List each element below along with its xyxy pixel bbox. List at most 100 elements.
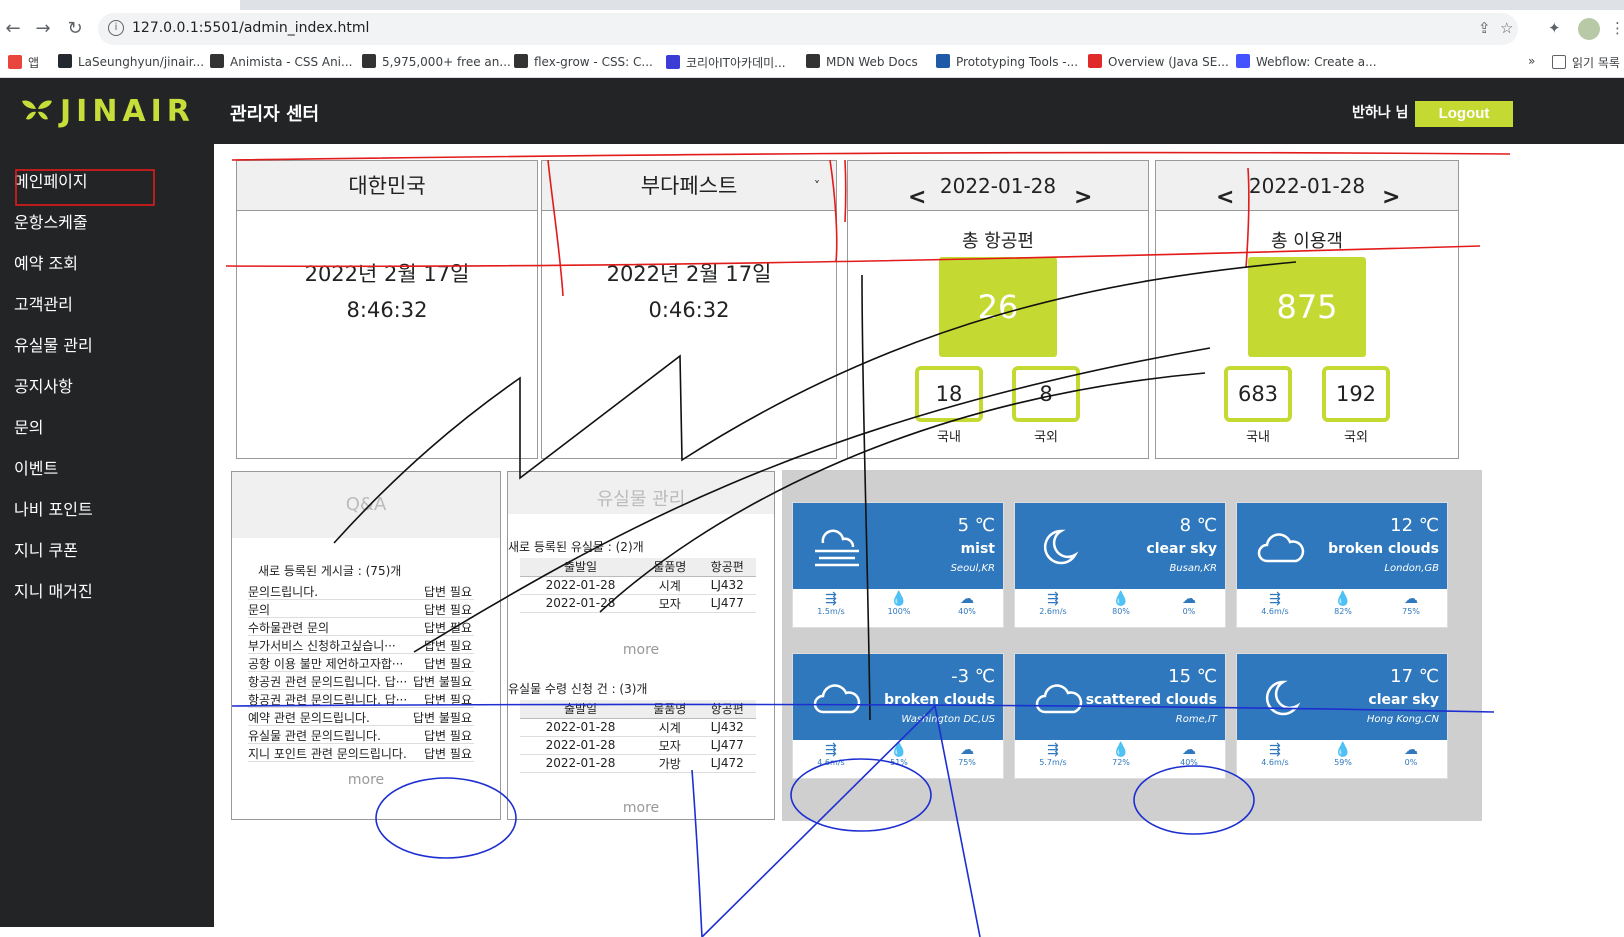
lost-claim-more-link[interactable]: more xyxy=(508,800,774,816)
bookmark-item[interactable]: flex-grow - CSS: C... xyxy=(514,54,653,69)
bookmark-item[interactable]: MDN Web Docs xyxy=(806,54,918,69)
bookmark-item[interactable]: Prototyping Tools -... xyxy=(936,54,1078,69)
weather-stat-value: 59% xyxy=(1334,758,1352,767)
browser-toolbar: ← → ↻ i 127.0.0.1:5501/admin_index.html … xyxy=(0,10,1624,48)
sidebar-item[interactable]: 지니 매거진 xyxy=(14,578,93,602)
bookmark-favicon-icon xyxy=(806,54,820,68)
bookmark-item[interactable]: 5,975,000+ free an... xyxy=(362,54,511,69)
weather-stat-value: 82% xyxy=(1334,607,1352,616)
weather-desc: mist xyxy=(960,541,995,557)
bookmark-item[interactable]: 코리아IT아카데미... xyxy=(666,54,786,71)
bookmark-label: 앱 xyxy=(28,56,40,70)
qa-title[interactable]: Q&A xyxy=(232,472,500,538)
clock-date: 2022년 2월 17일 xyxy=(606,262,772,286)
table-header-row: 출발일 물품명 항공편 xyxy=(520,558,756,577)
bookmark-item[interactable]: LaSeunghyun/jinair... xyxy=(58,54,204,69)
lost-claim-table: 출발일 물품명 항공편 2022-01-28 시계 LJ432 2022-01-28 모자 LJ… xyxy=(520,700,756,773)
table-cell: LJ432 xyxy=(698,718,756,737)
sidebar-item[interactable]: 이벤트 xyxy=(14,455,58,479)
sidebar-item[interactable]: 고객관리 xyxy=(14,291,73,315)
sidebar-item[interactable]: 지니 쿠폰 xyxy=(14,537,78,561)
clock-city: 부다페스트 xyxy=(640,174,738,198)
qa-more-link[interactable]: more xyxy=(232,772,500,788)
bookmark-label: MDN Web Docs xyxy=(826,55,918,69)
sidebar-item[interactable]: 운항스케줄 xyxy=(14,209,88,233)
back-icon[interactable]: ← xyxy=(0,16,26,42)
reading-list[interactable]: 읽기 목록 xyxy=(1552,54,1620,71)
sidebar-item[interactable]: 문의 xyxy=(14,414,43,438)
humidity-icon: 💧 xyxy=(1334,591,1352,607)
bookmark-label: Prototyping Tools -... xyxy=(956,55,1079,69)
qa-row[interactable]: 문의 답변 필요 xyxy=(248,600,474,618)
qa-row[interactable]: 부가서비스 신청하고싶습니··· 답변 필요 xyxy=(248,636,474,654)
lost-more-link[interactable]: more xyxy=(508,642,774,658)
menu-icon[interactable]: ⋮ xyxy=(1610,19,1624,37)
bookmark-favicon-icon xyxy=(8,55,22,69)
table-row[interactable]: 2022-01-28 가방 LJ472 xyxy=(520,754,756,773)
table-row[interactable]: 2022-01-28 시계 LJ432 xyxy=(520,576,756,595)
weather-stat-value: 51% xyxy=(890,758,908,767)
sidebar-item[interactable]: 예약 조회 xyxy=(14,250,78,274)
table-cell: 2022-01-28 xyxy=(520,754,642,773)
weather-stat-value: 100% xyxy=(887,607,911,616)
address-bar[interactable]: i 127.0.0.1:5501/admin_index.html ⇪ ☆ xyxy=(98,13,1518,45)
qa-row[interactable]: 예약 관련 문의드립니다. 답변 불필요 xyxy=(248,708,474,726)
table-row[interactable]: 2022-01-28 모자 LJ477 xyxy=(520,736,756,755)
prev-date-arrow-icon[interactable]: < xyxy=(908,173,926,223)
bookmark-favicon-icon xyxy=(1088,54,1102,68)
table-header-cell: 항공편 xyxy=(698,558,756,577)
weather-stat: ⇶ 2.6m/s xyxy=(1023,591,1083,616)
weather-stat: ☁ 40% xyxy=(1159,742,1219,767)
sidebar-item[interactable]: 메인페이지 xyxy=(14,168,88,192)
weather-stat: ☁ 75% xyxy=(1381,591,1441,616)
prev-date-arrow-icon[interactable]: < xyxy=(1216,173,1234,223)
table-cell: 2022-01-28 xyxy=(520,594,642,613)
passengers-international: 192 xyxy=(1322,366,1390,422)
bookmark-item[interactable]: Webflow: Create a... xyxy=(1236,54,1377,69)
reload-icon[interactable]: ↻ xyxy=(62,16,88,42)
table-header-cell: 물품명 xyxy=(641,700,699,719)
table-cell: 2022-01-28 xyxy=(520,736,642,755)
next-date-arrow-icon[interactable]: > xyxy=(1382,173,1400,223)
qa-row[interactable]: 항공권 관련 문의드립니다. 답··· 답변 필요 xyxy=(248,690,474,708)
extensions-icon[interactable]: ✦ xyxy=(1548,19,1561,37)
weather-stat-value: 40% xyxy=(958,607,976,616)
qa-row[interactable]: 지니 포인트 관련 문의드립니다. 답변 필요 xyxy=(248,744,474,762)
chevron-down-icon[interactable]: ˅ xyxy=(814,161,820,211)
logout-button[interactable]: Logout xyxy=(1415,101,1513,127)
share-icon[interactable]: ⇪ xyxy=(1478,19,1491,37)
bookmark-item[interactable]: Overview (Java SE... xyxy=(1088,54,1229,69)
cloud-cover-icon: ☁ xyxy=(1182,742,1196,758)
city-select[interactable]: 부다페스트 ˅ xyxy=(542,161,836,211)
qa-row[interactable]: 수하물관련 문의 답변 필요 xyxy=(248,618,474,636)
forward-icon[interactable]: → xyxy=(30,16,56,42)
qa-row-status: 답변 불필요 xyxy=(412,711,472,725)
table-row[interactable]: 2022-01-28 모자 LJ477 xyxy=(520,594,756,613)
site-info-icon[interactable]: i xyxy=(108,20,124,36)
qa-row[interactable]: 항공권 관련 문의드립니다. 답··· 답변 불필요 xyxy=(248,672,474,690)
bookmark-item[interactable]: 앱 xyxy=(8,54,39,71)
bookmarks-overflow[interactable]: » xyxy=(1528,54,1535,68)
profile-avatar[interactable] xyxy=(1578,18,1600,40)
flights-label: 총 항공편 xyxy=(962,231,1034,252)
sidebar-item[interactable]: 유실물 관리 xyxy=(14,332,93,356)
qa-row[interactable]: 유실물 관련 문의드립니다. 답변 필요 xyxy=(248,726,474,744)
jinair-logo[interactable]: JINAIR xyxy=(20,94,195,129)
active-tab[interactable] xyxy=(0,0,240,10)
table-cell: LJ472 xyxy=(698,754,756,773)
passengers-label: 총 이용객 xyxy=(1271,231,1343,252)
sidebar-item[interactable]: 공지사항 xyxy=(14,373,73,397)
lost-title[interactable]: 유실물 관리 xyxy=(508,472,774,514)
qa-row[interactable]: 공항 이용 불만 제언하고자합··· 답변 필요 xyxy=(248,654,474,672)
weather-location: Rome,IT xyxy=(1175,714,1217,725)
bookmark-star-icon[interactable]: ☆ xyxy=(1500,19,1513,37)
next-date-arrow-icon[interactable]: > xyxy=(1074,173,1092,223)
bookmark-item[interactable]: Animista - CSS Ani... xyxy=(210,54,352,69)
qa-row[interactable]: 문의드립니다. 답변 필요 xyxy=(248,582,474,600)
page-title: 관리자 센터 xyxy=(230,104,320,125)
lost-claim-caption: 유실물 수령 신청 건 : (3)개 xyxy=(508,682,648,696)
url-text[interactable]: 127.0.0.1:5501/admin_index.html xyxy=(132,20,369,36)
sidebar-item[interactable]: 나비 포인트 xyxy=(14,496,93,520)
table-cell: 시계 xyxy=(641,718,699,737)
table-row[interactable]: 2022-01-28 시계 LJ432 xyxy=(520,718,756,737)
